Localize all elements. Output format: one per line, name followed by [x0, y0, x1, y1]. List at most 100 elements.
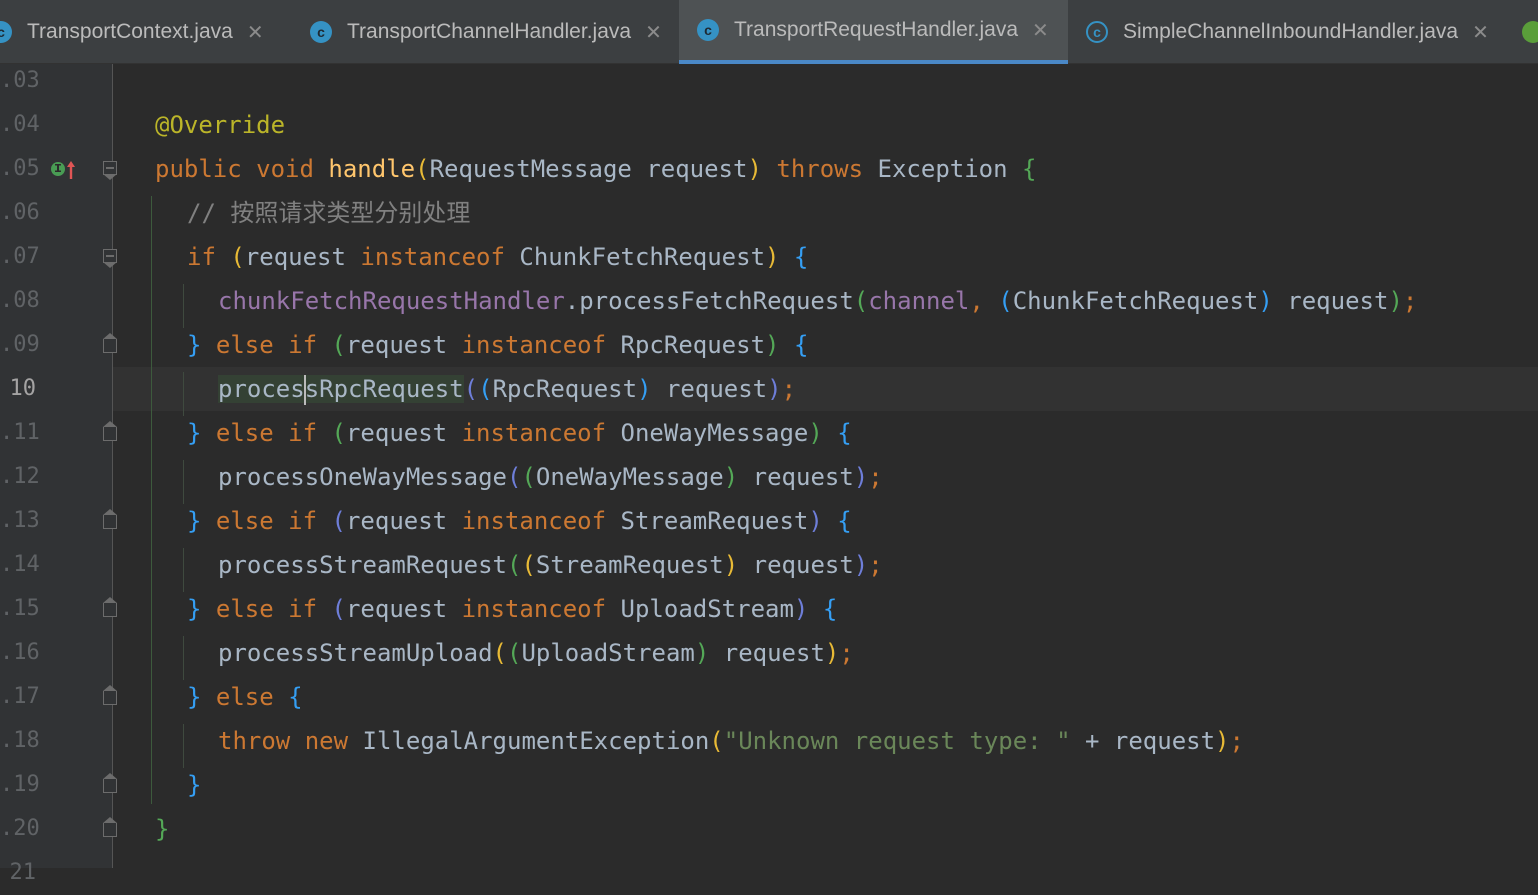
- type-name: IllegalArgumentException: [362, 727, 710, 755]
- method-call: proces: [218, 375, 305, 403]
- line-number: .08: [0, 288, 40, 313]
- field-name: chunkFetchRequestHandler: [218, 287, 565, 315]
- line-number: .11: [0, 420, 40, 445]
- tab-label: TransportChannelHandler.java: [347, 19, 632, 43]
- line-number: .12: [0, 464, 40, 489]
- keyword: else: [215, 419, 274, 447]
- close-icon[interactable]: ✕: [645, 20, 662, 44]
- type-name: UploadStream: [620, 595, 794, 623]
- code-editor[interactable]: @Override public void handle(RequestMess…: [113, 64, 1538, 868]
- keyword: if: [288, 331, 318, 359]
- tab-label: TransportRequestHandler.java: [734, 18, 1019, 41]
- type-name: ChunkFetchRequest: [1012, 287, 1259, 315]
- indent-guide: [183, 372, 184, 416]
- indent-guide: [183, 460, 184, 504]
- close-icon[interactable]: ✕: [1032, 18, 1049, 42]
- var-name: request: [345, 507, 448, 535]
- var-name: request: [665, 375, 768, 403]
- keyword: if: [288, 595, 318, 623]
- code-line-111: } else if (request instanceof OneWayMess…: [187, 419, 852, 447]
- string-literal: "Unknown request type: ": [723, 727, 1071, 755]
- method-call: processOneWayMessage: [218, 463, 507, 491]
- keyword: if: [288, 507, 318, 535]
- tab-simple-channel-inbound-handler[interactable]: c SimpleChannelInboundHandler.java ✕: [1086, 0, 1506, 63]
- line-number-current: 10: [9, 376, 37, 401]
- abstract-class-icon: c: [1086, 20, 1108, 43]
- keyword: else: [215, 507, 274, 535]
- var-name: request: [244, 243, 346, 271]
- code-line-107: if (request instanceof ChunkFetchRequest…: [187, 243, 809, 271]
- var-name: request: [345, 419, 448, 447]
- code-line-113: } else if (request instanceof StreamRequ…: [187, 507, 852, 535]
- class-icon: c: [697, 19, 719, 41]
- method-call: processStreamUpload: [218, 639, 493, 667]
- keyword: instanceof: [461, 419, 607, 447]
- line-number: .09: [0, 332, 40, 357]
- close-icon[interactable]: ✕: [247, 20, 264, 44]
- var-name: request: [1113, 727, 1216, 755]
- keyword: else: [215, 331, 274, 359]
- code-line-109: } else if (request instanceof RpcRequest…: [187, 331, 809, 359]
- type-name: OneWayMessage: [620, 419, 809, 447]
- keyword: new: [304, 727, 349, 755]
- line-number: .16: [0, 640, 40, 665]
- type-name: RequestMessage: [429, 155, 632, 183]
- code-line-110: processRpcRequest((RpcRequest) request);: [218, 375, 797, 405]
- code-line-119: }: [187, 771, 202, 799]
- keyword: instanceof: [461, 331, 607, 359]
- close-icon[interactable]: ✕: [1472, 20, 1489, 44]
- line-number: .15: [0, 596, 40, 621]
- var-name: request: [752, 463, 854, 491]
- type-name: OneWayMessage: [535, 463, 724, 491]
- code-line-104: @Override: [155, 103, 285, 147]
- type-name: RpcRequest: [492, 375, 638, 403]
- annotation: @Override: [155, 111, 286, 139]
- indent-guide: [183, 724, 184, 768]
- editor-tab-bar: c TransportContext.java ✕ c TransportCha…: [0, 0, 1538, 64]
- var-name: request: [723, 639, 825, 667]
- tab-overflow[interactable]: [1522, 0, 1538, 63]
- method-call: processStreamRequest: [218, 551, 507, 579]
- type-name: StreamRequest: [620, 507, 809, 535]
- type-name: UploadStream: [521, 639, 695, 667]
- keyword: throw: [218, 727, 291, 755]
- keyword: instanceof: [461, 595, 607, 623]
- code-line-106: // 按照请求类型分别处理: [187, 191, 470, 235]
- var-name: request: [345, 595, 448, 623]
- tab-transport-context[interactable]: c TransportContext.java ✕: [0, 0, 290, 63]
- line-number: .13: [0, 508, 40, 533]
- var-name: request: [345, 331, 448, 359]
- indent-guide: [183, 548, 184, 592]
- code-line-120: }: [155, 815, 170, 843]
- tab-transport-channel-handler[interactable]: c TransportChannelHandler.java ✕: [310, 0, 678, 63]
- line-number: .20: [0, 816, 40, 841]
- line-number: 21: [9, 860, 37, 885]
- code-line-114: processStreamRequest((StreamRequest) req…: [218, 551, 883, 579]
- keyword: else: [215, 683, 274, 711]
- method-call: sRpcRequest: [304, 375, 464, 403]
- var-name: request: [1287, 287, 1389, 315]
- keyword: public: [155, 155, 242, 183]
- line-number: .03: [0, 68, 40, 93]
- implements-method-icon[interactable]: [49, 158, 79, 182]
- method-name: handle: [328, 155, 416, 183]
- keyword: if: [288, 419, 318, 447]
- class-icon: [1522, 20, 1538, 43]
- field-name: channel: [868, 287, 970, 315]
- keyword: else: [215, 595, 274, 623]
- tab-transport-request-handler[interactable]: c TransportRequestHandler.java ✕: [679, 0, 1068, 64]
- code-line-115: } else if (request instanceof UploadStre…: [187, 595, 838, 623]
- type-name: StreamRequest: [535, 551, 724, 579]
- tab-label: TransportContext.java: [27, 19, 233, 43]
- line-number: .17: [0, 684, 40, 709]
- line-number: .18: [0, 728, 40, 753]
- code-line-117: } else {: [187, 683, 303, 711]
- type-name: Exception: [877, 155, 1008, 183]
- keyword: if: [187, 243, 216, 271]
- line-number: .04: [0, 112, 40, 137]
- code-line-112: processOneWayMessage((OneWayMessage) req…: [218, 463, 883, 491]
- var-name: request: [752, 551, 854, 579]
- class-icon: c: [0, 20, 12, 43]
- code-line-116: processStreamUpload((UploadStream) reque…: [218, 639, 854, 667]
- line-number: .05: [0, 156, 40, 181]
